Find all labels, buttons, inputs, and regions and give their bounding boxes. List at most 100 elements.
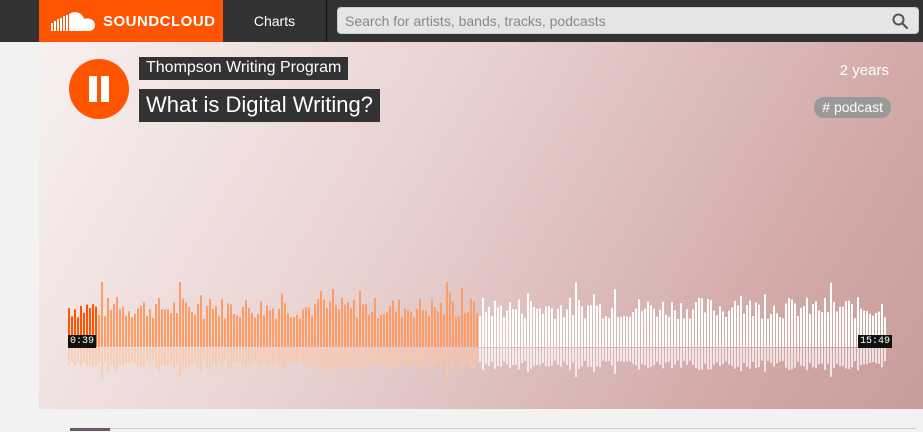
waveform-bar	[758, 304, 760, 347]
waveform-reflection	[494, 348, 496, 369]
waveform-reflection	[179, 348, 181, 378]
waveform-reflection	[212, 348, 214, 366]
podcast-tag[interactable]: # podcast	[814, 97, 891, 118]
waveform-reflection	[521, 348, 523, 364]
waveform-bar	[134, 313, 136, 347]
waveform-bar	[458, 316, 460, 347]
waveform-reflection	[395, 348, 397, 365]
track-artist[interactable]: Thompson Writing Program	[139, 57, 349, 80]
waveform-reflection	[188, 348, 190, 367]
nav-charts-link[interactable]: Charts	[223, 0, 327, 42]
waveform-bar	[794, 303, 796, 347]
waveform-bar	[542, 313, 544, 347]
waveform-reflection	[602, 348, 604, 361]
waveform-bar	[710, 299, 712, 347]
waveform-reflection	[371, 348, 373, 364]
waveform-bar	[557, 308, 559, 347]
waveform-reflection	[740, 348, 742, 372]
waveform-bar	[185, 302, 187, 347]
waveform-reflection	[596, 348, 598, 367]
search-input[interactable]	[338, 8, 888, 33]
waveform-bar	[290, 317, 292, 347]
waveform-bar	[449, 292, 451, 347]
waveform-bar	[221, 299, 223, 347]
waveform-bar	[791, 299, 793, 347]
waveform-reflection	[590, 348, 592, 367]
waveform-reflection	[545, 348, 547, 367]
waveform-reflection	[758, 348, 760, 368]
waveform-bar	[725, 316, 727, 347]
waveform-reflection	[98, 348, 100, 363]
waveform-reflection	[383, 348, 385, 363]
waveform-reflection	[653, 348, 655, 366]
track-title: What is Digital Writing?	[139, 89, 380, 122]
waveform-reflection	[74, 348, 76, 365]
waveform-bar	[116, 297, 118, 347]
waveform-reflection	[272, 348, 274, 366]
waveform-bar	[665, 314, 667, 347]
waveform-reflection	[629, 348, 631, 362]
waveform-bar	[815, 301, 817, 347]
waveform-reflection	[83, 348, 85, 364]
waveform-reflection	[761, 348, 763, 361]
waveform-bar	[842, 306, 844, 347]
waveform-bar	[332, 289, 334, 347]
waveform-reflection	[191, 348, 193, 364]
waveform-bar	[848, 300, 850, 347]
waveform-reflection	[767, 348, 769, 361]
search-icon[interactable]	[892, 13, 908, 29]
waveform-bar	[209, 299, 211, 347]
waveform-reflection	[137, 348, 139, 366]
soundcloud-logo[interactable]: SOUNDCLOUD	[39, 0, 223, 42]
waveform-reflection	[743, 348, 745, 363]
waveform-reflection	[332, 348, 334, 375]
waveform-bar	[374, 297, 376, 347]
waveform-bar	[551, 308, 553, 347]
waveform-bar	[476, 312, 478, 347]
waveform-bar	[416, 308, 418, 347]
waveform-reflection	[638, 348, 640, 370]
waveform-bar	[605, 316, 607, 347]
waveform-reflection	[320, 348, 322, 374]
waveform-reflection	[341, 348, 343, 371]
waveform-reflection	[224, 348, 226, 361]
waveform-bar	[833, 302, 835, 347]
waveform-bar	[806, 297, 808, 347]
waveform-bar	[104, 316, 106, 347]
waveform-bar	[410, 311, 412, 347]
waveform-reflection	[389, 348, 391, 367]
waveform-reflection	[170, 348, 172, 364]
waveform-bar	[722, 311, 724, 347]
waveform-bar	[473, 301, 475, 347]
waveform-bar	[485, 311, 487, 347]
waveform-bar	[131, 317, 133, 347]
waveform-reflection	[461, 348, 463, 375]
waveform-bar	[554, 318, 556, 347]
waveform-bar	[827, 312, 829, 347]
waveform-reflection	[770, 348, 772, 363]
waveform-bar	[785, 303, 787, 347]
waveform[interactable]	[68, 282, 888, 382]
waveform-bar	[599, 304, 601, 347]
pause-button[interactable]	[69, 59, 129, 119]
waveform-reflection	[587, 348, 589, 367]
waveform-reflection	[284, 348, 286, 368]
soundcloud-cloud-icon	[51, 12, 95, 31]
waveform-reflection	[296, 348, 298, 363]
waveform-reflection	[500, 348, 502, 367]
waveform-reflection	[842, 348, 844, 367]
upload-age: 2 years	[839, 62, 889, 79]
waveform-reflection	[302, 348, 304, 365]
waveform-bar	[836, 311, 838, 347]
waveform-bar	[569, 297, 571, 347]
waveform-bar	[386, 312, 388, 347]
waveform-reflection	[704, 348, 706, 364]
waveform-reflection	[80, 348, 82, 367]
waveform-reflection	[263, 348, 265, 363]
waveform-reflection	[764, 348, 766, 372]
waveform-bar	[269, 310, 271, 347]
waveform-reflection	[833, 348, 835, 369]
waveform-reflection	[359, 348, 361, 374]
waveform-reflection	[164, 348, 166, 365]
waveform-bar	[692, 309, 694, 347]
